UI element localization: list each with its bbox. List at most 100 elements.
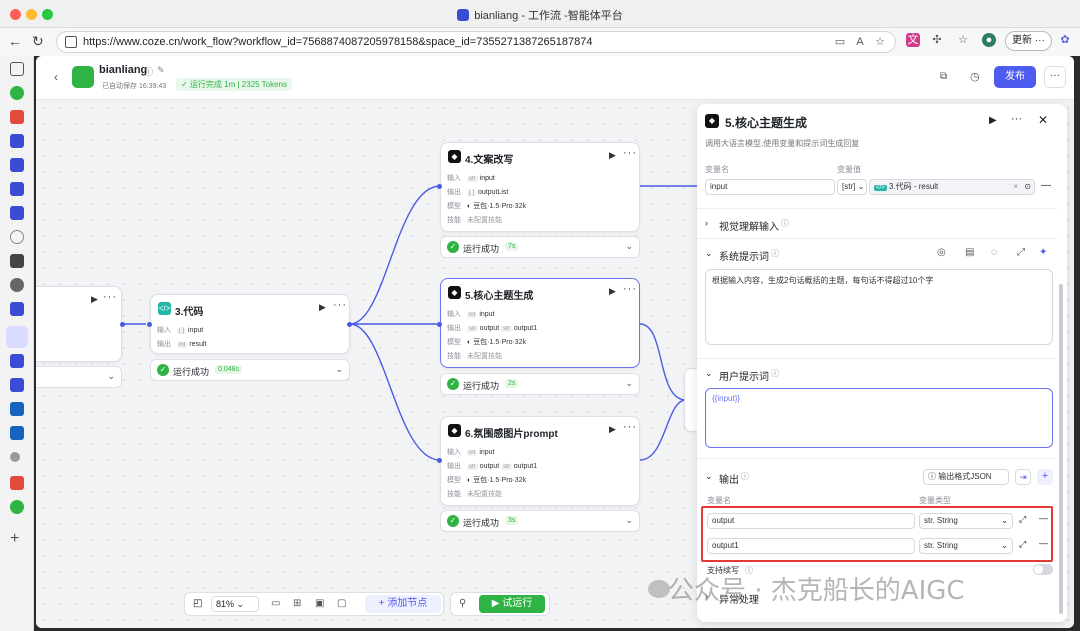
clear-icon[interactable]: ×	[1013, 180, 1018, 194]
active-tab-icon[interactable]	[6, 326, 28, 348]
compass-icon[interactable]: ◎	[937, 247, 946, 258]
zoom-select[interactable]: 81% ⌄	[211, 596, 259, 612]
expand-icon[interactable]: ⤢	[1019, 539, 1026, 550]
add-node-button[interactable]: + 添加节点	[365, 595, 441, 613]
input-port[interactable]	[147, 322, 152, 327]
node-more-icon[interactable]: ···	[623, 421, 637, 433]
edit-icon[interactable]: ✎	[157, 65, 165, 76]
output-type-select[interactable]: str. String ⌄	[919, 513, 1013, 529]
close-panel-icon[interactable]: ✕	[1038, 113, 1048, 127]
wechat-icon[interactable]	[10, 500, 24, 514]
back-chevron-icon[interactable]: ‹	[54, 70, 58, 84]
chevron-down-icon[interactable]: ⌄	[107, 371, 115, 382]
input-ref-select[interactable]: </> 3.代码 - result × ⊙	[869, 179, 1035, 195]
ai-sparkle-icon[interactable]: ✦	[1039, 247, 1047, 258]
publish-button[interactable]: 发布	[994, 66, 1036, 88]
mouse-icon[interactable]: ◰	[193, 598, 202, 609]
info-icon[interactable]: ⓘ	[771, 368, 779, 379]
bulb-icon[interactable]: ◌	[991, 247, 997, 258]
output-port[interactable]	[347, 322, 352, 327]
minimap-icon[interactable]: ▢	[337, 598, 346, 609]
comment-icon[interactable]: ▭	[271, 598, 280, 609]
run-node-icon[interactable]: ▶	[989, 115, 997, 126]
history-icon[interactable]: ◷	[970, 70, 980, 83]
remove-input-icon[interactable]: —	[1041, 180, 1051, 191]
node-rewrite[interactable]: ◆ 4.文案改写 ▶ ··· 输入 str input 输出[ ] outputLis…	[440, 142, 640, 232]
node-code-run-bar[interactable]: ✓ 运行成功 0.048s ⌄	[150, 359, 350, 381]
info-icon[interactable]: ⓘ	[781, 218, 789, 229]
search-icon[interactable]	[10, 452, 20, 462]
stream-toggle[interactable]	[1033, 564, 1053, 575]
panel-scrollbar[interactable]	[1059, 284, 1063, 614]
layout-icon[interactable]: ⊞	[293, 598, 301, 609]
copilot-icon[interactable]: ✿	[1058, 33, 1072, 47]
tab-icon[interactable]	[10, 206, 24, 220]
output-port[interactable]	[120, 322, 125, 327]
tab-icon[interactable]	[10, 134, 24, 148]
user-prompt-textarea[interactable]: {{input}}	[705, 388, 1053, 448]
chevron-down-icon[interactable]: ⌄	[625, 241, 633, 252]
input-var-name-field[interactable]: input	[705, 179, 835, 195]
info-icon[interactable]: ⓘ	[741, 471, 749, 482]
node-mood-run-bar[interactable]: ✓ 运行成功 3s ⌄	[440, 510, 640, 532]
node-run-icon[interactable]: ▶	[319, 302, 326, 313]
node-rewrite-run-bar[interactable]: ✓ 运行成功 7s ⌄	[440, 236, 640, 258]
tab-icon[interactable]	[10, 254, 24, 268]
tab-icon[interactable]	[10, 426, 24, 440]
node-core-run-bar[interactable]: ✓ 运行成功 2s ⌄	[440, 373, 640, 395]
globe-icon[interactable]	[10, 230, 24, 244]
remove-output-icon[interactable]: —	[1039, 538, 1048, 548]
tab-icon[interactable]	[10, 476, 24, 490]
more-menu-button[interactable]: ···	[1044, 66, 1066, 88]
node-partial-start[interactable]: ▶ ···	[36, 286, 122, 362]
site-info-icon[interactable]	[65, 36, 77, 48]
add-output-icon[interactable]: +	[1037, 469, 1053, 485]
favorites-icon[interactable]: ☆	[956, 33, 970, 47]
node-more-icon[interactable]: ···	[103, 291, 117, 303]
output-type-select[interactable]: str. String ⌄	[919, 538, 1013, 554]
sidebar-toggle-icon[interactable]	[10, 62, 24, 76]
back-icon[interactable]: ←	[8, 33, 22, 49]
input-port[interactable]	[437, 458, 442, 463]
extension-icon[interactable]: 文	[906, 33, 920, 47]
tab-icon[interactable]	[10, 278, 24, 292]
info-icon[interactable]: ⓘ	[771, 248, 779, 259]
chevron-down-icon[interactable]: ⌄	[705, 368, 713, 379]
chevron-down-icon[interactable]: ⌄	[625, 378, 633, 389]
node-run-icon[interactable]: ▶	[609, 150, 616, 161]
input-port[interactable]	[437, 184, 442, 189]
tab-icon[interactable]	[10, 86, 24, 100]
chevron-right-icon[interactable]: ›	[705, 218, 708, 228]
chevron-down-icon[interactable]: ⌄	[625, 515, 633, 526]
debug-icon[interactable]: ⚲	[459, 598, 466, 609]
node-partial-run-bar[interactable]: ⌄	[36, 366, 122, 388]
node-code[interactable]: </> 3.代码 ▶ ··· 输入[ ] input 输出 int result	[150, 294, 350, 354]
input-type-select[interactable]: [str] ⌄	[837, 179, 867, 195]
copy-icon[interactable]: ⧉	[940, 71, 947, 82]
tab-icon[interactable]	[10, 182, 24, 196]
expand-icon[interactable]: ⤢	[1019, 514, 1026, 525]
node-more-icon[interactable]: ···	[623, 283, 637, 295]
update-button[interactable]: 更新 ···	[1005, 31, 1052, 51]
output-name-field[interactable]: output1	[707, 538, 915, 554]
extensions-puzzle-icon[interactable]: ✣	[930, 33, 944, 47]
settings-icon[interactable]: ⊙	[1024, 180, 1031, 194]
url-field[interactable]: https://www.coze.cn/work_flow?workflow_i…	[56, 31, 896, 53]
input-port[interactable]	[437, 322, 442, 327]
tab-icon[interactable]	[10, 110, 24, 124]
system-prompt-textarea[interactable]: 根据输入内容，生成2句话概括的主题，每句话不得超过10个字	[705, 269, 1053, 345]
new-tab-icon[interactable]: +	[10, 531, 24, 547]
import-icon[interactable]: ⇥	[1015, 469, 1031, 485]
tab-icon[interactable]	[10, 158, 24, 172]
output-name-field[interactable]: output	[707, 513, 915, 529]
vision-input-section[interactable]: › 视觉理解输入 ⓘ	[697, 208, 1057, 238]
reader-icon[interactable]: ▭	[833, 35, 847, 49]
node-run-icon[interactable]: ▶	[609, 424, 616, 435]
remove-output-icon[interactable]: —	[1039, 513, 1048, 523]
output-format-select[interactable]: ⓘ 输出格式JSON	[923, 469, 1009, 485]
more-icon[interactable]: ···	[1011, 113, 1022, 125]
translate-icon[interactable]: A	[853, 35, 867, 49]
node-run-icon[interactable]: ▶	[91, 294, 98, 305]
tab-icon[interactable]	[10, 302, 24, 316]
chevron-down-icon[interactable]: ⌄	[705, 248, 713, 259]
